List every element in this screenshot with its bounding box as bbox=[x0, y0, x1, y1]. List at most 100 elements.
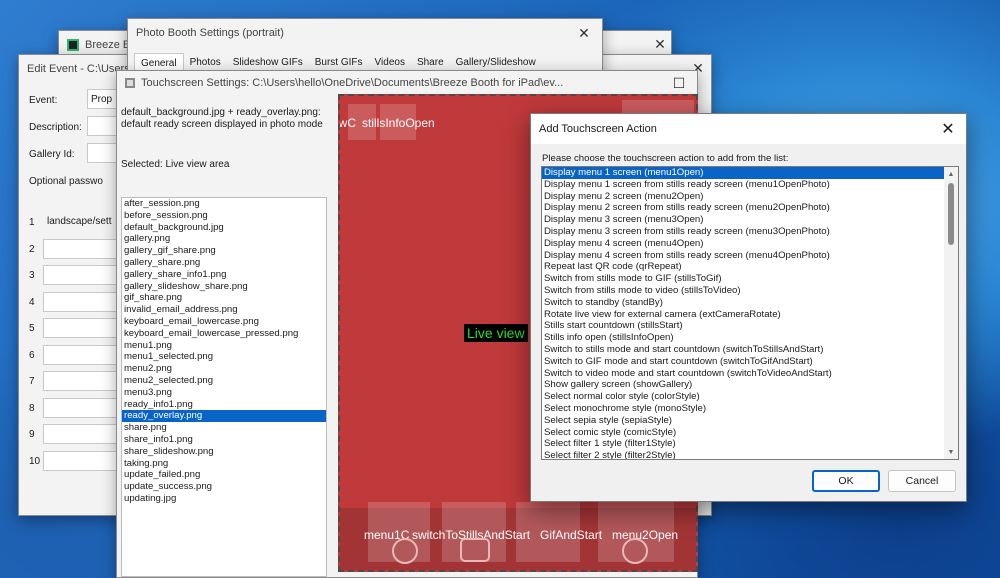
file-list-item[interactable]: after_session.png bbox=[122, 198, 326, 210]
dialog-titlebar[interactable]: Add Touchscreen Action ✕ bbox=[531, 114, 966, 144]
file-list-item[interactable]: keyboard_email_lowercase_pressed.png bbox=[122, 328, 326, 340]
row-number: 4 bbox=[29, 296, 35, 308]
file-list-item[interactable]: ready_info1.png bbox=[122, 399, 326, 411]
settings-file-field[interactable] bbox=[43, 291, 127, 312]
file-list-item[interactable]: update_failed.png bbox=[122, 469, 326, 481]
settings-file-field[interactable] bbox=[43, 318, 127, 338]
action-list-item[interactable]: Display menu 1 screen (menu1Open) bbox=[542, 167, 944, 179]
event-label: Event: bbox=[29, 95, 58, 106]
file-list-item[interactable]: menu3.png bbox=[122, 387, 326, 399]
file-list-item[interactable]: gallery_share_info1.png bbox=[122, 269, 326, 281]
live-view-label: Live view bbox=[467, 325, 525, 341]
settings-file-field[interactable] bbox=[43, 450, 127, 471]
scroll-up-icon[interactable]: ▲ bbox=[944, 167, 958, 181]
live-view-area[interactable]: Live view bbox=[464, 324, 528, 342]
row-number: 7 bbox=[29, 376, 35, 387]
settings-file-value: landscape/sett bbox=[47, 216, 112, 227]
file-list-item[interactable]: menu1.png bbox=[122, 340, 326, 352]
action-list-item[interactable]: Display menu 3 screen (menu3Open) bbox=[542, 214, 944, 226]
action-list-item[interactable]: Stills start countdown (stillsStart) bbox=[542, 320, 944, 332]
file-list-item[interactable]: invalid_email_address.png bbox=[122, 304, 326, 316]
file-list-item[interactable]: share.png bbox=[122, 422, 326, 434]
close-icon[interactable]: ✕ bbox=[566, 19, 602, 47]
settings-file-field[interactable] bbox=[43, 424, 127, 444]
file-list-item[interactable]: share_slideshow.png bbox=[122, 446, 326, 458]
screen-description: default_background.jpg + ready_overlay.p… bbox=[121, 107, 323, 131]
add-icon bbox=[622, 538, 648, 564]
cancel-button[interactable]: Cancel bbox=[888, 470, 956, 492]
file-list-item[interactable]: gif_share.png bbox=[122, 292, 326, 304]
action-list-item[interactable]: Display menu 2 screen from stills ready … bbox=[542, 202, 944, 214]
touchscreen-titlebar[interactable]: Touchscreen Settings: C:\Users\hello\One… bbox=[117, 71, 697, 95]
file-list-item[interactable]: taking.png bbox=[122, 458, 326, 470]
camera-icon bbox=[460, 538, 490, 562]
settings-file-field[interactable] bbox=[43, 397, 127, 418]
action-list-item[interactable]: Select filter 2 style (filter2Style) bbox=[542, 450, 944, 459]
ok-button[interactable]: OK bbox=[812, 470, 880, 492]
action-list-item[interactable]: Select normal color style (colorStyle) bbox=[542, 391, 944, 403]
action-list[interactable]: Display menu 1 screen (menu1Open) Display… bbox=[541, 166, 959, 460]
action-list-item[interactable]: Show gallery screen (showGallery) bbox=[542, 379, 944, 391]
photo-booth-window-title: Photo Booth Settings (portrait) bbox=[136, 27, 284, 39]
scroll-down-icon[interactable]: ▼ bbox=[944, 445, 958, 459]
file-list-item[interactable]: menu2.png bbox=[122, 363, 326, 375]
action-list-item[interactable]: Stills info open (stillsInfoOpen) bbox=[542, 332, 944, 344]
file-list-item[interactable]: gallery_slideshow_share.png bbox=[122, 281, 326, 293]
file-list-item[interactable]: menu1_selected.png bbox=[122, 351, 326, 363]
action-list-item[interactable]: Display menu 1 screen from stills ready … bbox=[542, 179, 944, 191]
action-list-item[interactable]: Display menu 4 screen (menu4Open) bbox=[542, 238, 944, 250]
file-list-item[interactable]: before_session.png bbox=[122, 210, 326, 222]
settings-file-field[interactable] bbox=[43, 265, 127, 285]
file-list-item[interactable]: gallery.png bbox=[122, 233, 326, 245]
file-list-item[interactable]: default_background.jpg bbox=[122, 222, 326, 234]
action-list-item[interactable]: Switch to stills mode and start countdow… bbox=[542, 344, 944, 356]
settings-file-field[interactable]: landscape/sett bbox=[43, 212, 127, 232]
file-list-item[interactable]: share_info1.png bbox=[122, 434, 326, 446]
settings-file-field[interactable] bbox=[43, 344, 127, 365]
row-number: 9 bbox=[29, 429, 35, 440]
row-number: 1 bbox=[29, 217, 35, 228]
action-list-item[interactable]: Display menu 4 screen from stills ready … bbox=[542, 250, 944, 262]
close-icon[interactable]: ✕ bbox=[930, 114, 966, 144]
action-list-item[interactable]: Rotate live view for external camera (ex… bbox=[542, 309, 944, 321]
file-list-item[interactable]: menu2_selected.png bbox=[122, 375, 326, 387]
close-icon[interactable]: ✕ bbox=[642, 30, 678, 58]
dialog-prompt: Please choose the touchscreen action to … bbox=[542, 153, 789, 164]
photo-booth-titlebar[interactable]: Photo Booth Settings (portrait) ✕ bbox=[128, 19, 602, 47]
description-label: Description: bbox=[29, 122, 82, 133]
action-list-item[interactable]: Switch to standby (standBy) bbox=[542, 297, 944, 309]
file-list-item[interactable]: keyboard_email_lowercase.png bbox=[122, 316, 326, 328]
maximize-icon[interactable]: ☐ bbox=[661, 71, 697, 95]
action-list-item[interactable]: Switch to GIF mode and start countdown (… bbox=[542, 356, 944, 368]
action-list-item[interactable]: Display menu 2 screen (menu2Open) bbox=[542, 191, 944, 203]
hotspot-label-stills-info: stillsInfoOpen bbox=[362, 116, 435, 130]
action-list-item[interactable]: Switch from stills mode to GIF (stillsTo… bbox=[542, 273, 944, 285]
action-list-item[interactable]: Select sepia style (sepiaStyle) bbox=[542, 415, 944, 427]
file-list-item[interactable]: gallery_gif_share.png bbox=[122, 245, 326, 257]
file-list-item[interactable]: gallery_share.png bbox=[122, 257, 326, 269]
bottom-label-3: GifAndStart bbox=[540, 528, 603, 542]
add-touchscreen-action-dialog[interactable]: Add Touchscreen Action ✕ Please choose t… bbox=[530, 113, 967, 502]
file-list-item[interactable]: ready_overlay.png bbox=[122, 410, 326, 423]
action-list-item[interactable]: Select comic style (comicStyle) bbox=[542, 427, 944, 439]
action-list-item[interactable]: Select monochrome style (monoStyle) bbox=[542, 403, 944, 415]
action-list-scrollbar[interactable]: ▲ ▼ bbox=[944, 167, 958, 459]
touchscreen-window-title: Touchscreen Settings: C:\Users\hello\One… bbox=[141, 77, 564, 89]
description-line-1: default_background.jpg + ready_overlay.p… bbox=[121, 107, 321, 118]
action-list-item[interactable]: Select filter 1 style (filter1Style) bbox=[542, 438, 944, 450]
row-number: 3 bbox=[29, 270, 35, 281]
hotspot-label-top-left: owC bbox=[338, 116, 357, 130]
image-file-list[interactable]: after_session.png before_session.png defau… bbox=[121, 197, 327, 577]
action-list-item[interactable]: Switch to video mode and start countdown… bbox=[542, 368, 944, 380]
file-list-item[interactable]: updating.jpg bbox=[122, 493, 326, 505]
settings-file-field[interactable] bbox=[43, 238, 127, 259]
optional-password-label: Optional passwo bbox=[29, 176, 103, 187]
action-list-item[interactable]: Repeat last QR code (qrRepeat) bbox=[542, 261, 944, 273]
scrollbar-thumb[interactable] bbox=[948, 183, 954, 245]
settings-file-field[interactable] bbox=[43, 371, 127, 391]
camera-icon bbox=[392, 538, 418, 564]
action-list-item[interactable]: Switch from stills mode to video (stills… bbox=[542, 285, 944, 297]
breeze-logo-icon bbox=[67, 39, 79, 51]
action-list-item[interactable]: Display menu 3 screen from stills ready … bbox=[542, 226, 944, 238]
file-list-item[interactable]: update_success.png bbox=[122, 481, 326, 493]
